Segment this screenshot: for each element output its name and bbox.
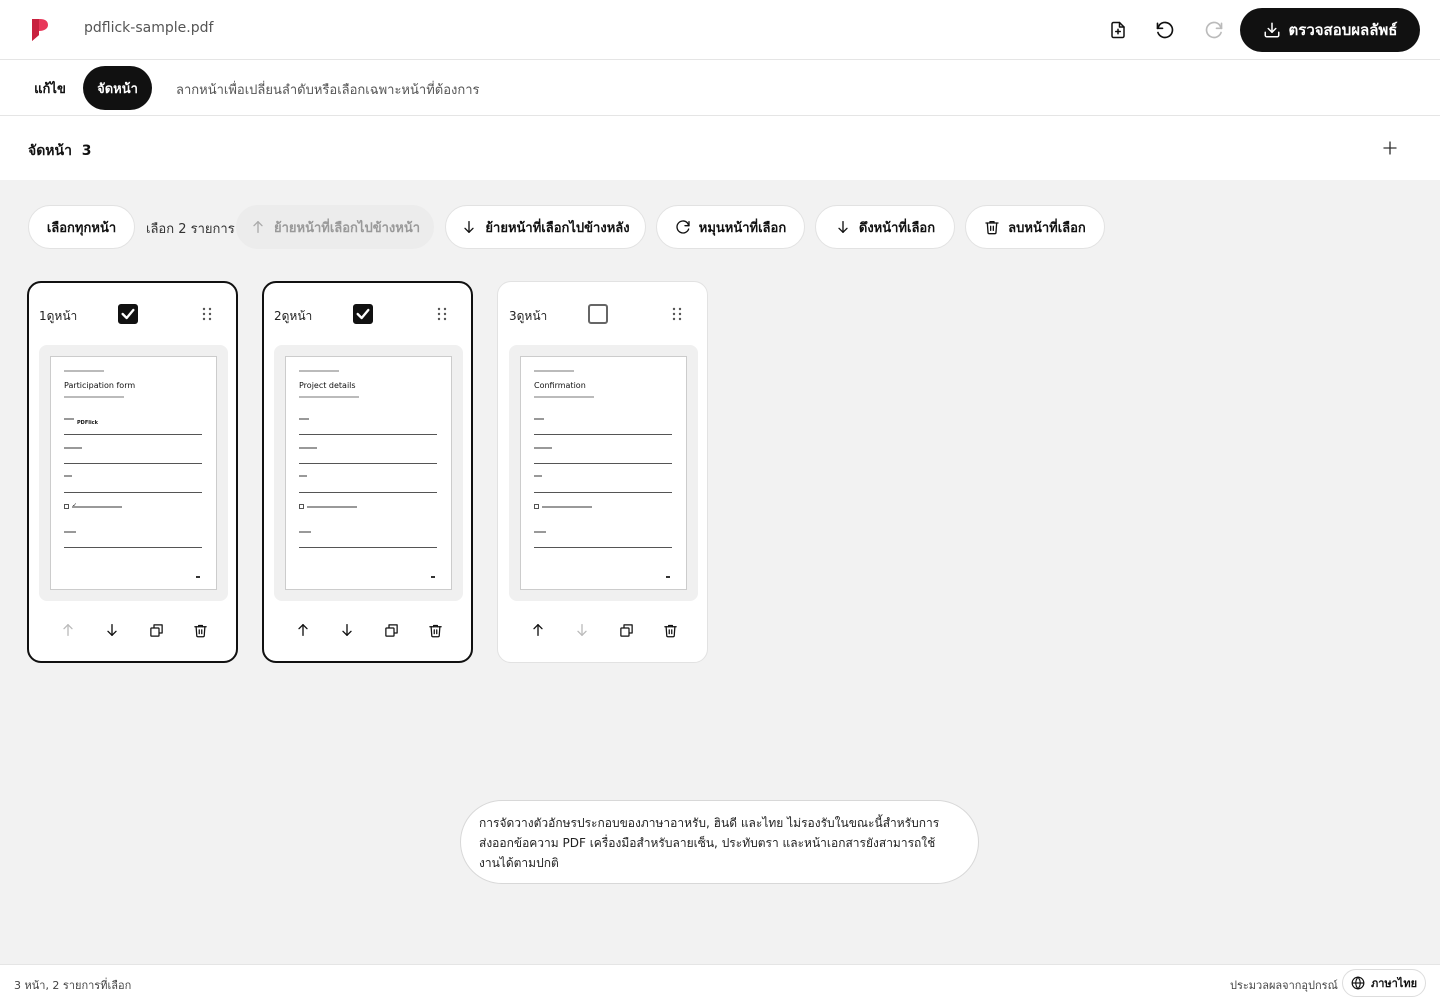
page-label[interactable]: 1ดูหน้า <box>39 307 77 326</box>
arrow-down-icon <box>342 624 352 636</box>
section-header: จัดหน้า 3 <box>0 116 1440 180</box>
page-card[interactable]: 1ดูหน้า Participation form PDFlick ✓ <box>27 281 238 663</box>
page-preview-title: Participation form <box>64 381 136 390</box>
add-file-button[interactable] <box>1103 15 1133 45</box>
page-thumbnail[interactable]: Participation form PDFlick ✓ <box>39 345 228 601</box>
delete-page-button[interactable] <box>423 618 447 642</box>
select-all-button[interactable]: เลือกทุกหน้า <box>28 205 135 249</box>
trash-icon <box>663 624 677 637</box>
arrow-up-icon <box>250 219 266 235</box>
page-label[interactable]: 3ดูหน้า <box>509 307 547 326</box>
arrow-up-icon <box>533 624 543 636</box>
copy-icon <box>149 623 163 637</box>
download-icon <box>1263 21 1281 39</box>
drag-handle-icon[interactable] <box>434 305 450 323</box>
arrow-down-icon <box>107 624 117 636</box>
arrow-down-icon <box>461 219 477 235</box>
trash-icon <box>193 624 207 637</box>
extract-label: ดึงหน้าที่เลือก <box>858 220 936 236</box>
drag-handle-icon[interactable] <box>669 305 685 323</box>
page-card[interactable]: 3ดูหน้า Confirmation <box>497 281 708 663</box>
local-processing-label: ประมวลผลจากอุปกรณ์ <box>1230 979 1338 992</box>
page-label[interactable]: 2ดูหน้า <box>274 307 312 326</box>
page-preview-title: Project details <box>299 381 356 390</box>
arrow-up-icon <box>63 624 73 636</box>
document-filename: pdflick-sample.pdf <box>84 20 214 36</box>
arrow-down-icon <box>577 624 587 636</box>
duplicate-page-button[interactable] <box>379 618 403 642</box>
rotate-label: หมุนหน้าที่เลือก <box>698 220 787 236</box>
page-actions <box>264 618 471 642</box>
page-actions <box>498 618 707 642</box>
script-support-notice: การจัดวางตัวอักษรประกอบของภาษาอาหรับ, ฮิ… <box>460 800 979 884</box>
move-page-up-button[interactable] <box>526 618 550 642</box>
trash-icon <box>428 624 442 637</box>
section-title: จัดหน้า 3 <box>28 143 92 159</box>
page-preview: Participation form PDFlick ✓ <box>50 356 217 590</box>
delete-page-button[interactable] <box>188 618 212 642</box>
add-page-button[interactable] <box>1376 134 1404 162</box>
rotate-button[interactable]: หมุนหน้าที่เลือก <box>656 205 805 249</box>
copy-icon <box>619 623 633 637</box>
file-plus-icon <box>1109 21 1127 39</box>
page-selection-status: 3 หน้า, 2 รายการที่เลือก <box>14 979 132 992</box>
top-bar: pdflick-sample.pdf ตรวจสอบผลลัพธ์ <box>0 0 1440 60</box>
duplicate-page-button[interactable] <box>614 618 638 642</box>
tab-hint-text: ลากหน้าเพื่อเปลี่ยนลำดับหรือเลือกเฉพาะหน… <box>176 83 480 98</box>
move-page-down-button[interactable] <box>100 618 124 642</box>
trash-icon <box>984 219 1000 235</box>
page-thumbnail[interactable]: Project details <box>274 345 463 601</box>
extract-button[interactable]: ดึงหน้าที่เลือก <box>815 205 955 249</box>
tab-edit[interactable]: แก้ไข <box>24 66 76 110</box>
duplicate-page-button[interactable] <box>144 618 168 642</box>
page-preview: Confirmation <box>520 356 687 590</box>
delete-page-button[interactable] <box>658 618 682 642</box>
page-select-checkbox[interactable] <box>588 304 608 324</box>
selected-count: เลือก 2 รายการ <box>146 222 235 237</box>
undo-icon <box>1155 20 1175 40</box>
move-page-down-button[interactable] <box>335 618 359 642</box>
check-icon <box>356 308 370 320</box>
delete-selected-label: ลบหน้าที่เลือก <box>1008 220 1086 236</box>
language-button[interactable]: ภาษาไทย <box>1342 969 1426 997</box>
move-page-up-button[interactable] <box>56 618 80 642</box>
move-backward-button[interactable]: ย้ายหน้าที่เลือกไปข้างหลัง <box>445 205 646 249</box>
undo-button[interactable] <box>1150 15 1180 45</box>
app-logo-icon[interactable] <box>30 18 50 42</box>
page-card[interactable]: 2ดูหน้า Project details <box>262 281 473 663</box>
review-result-label: ตรวจสอบผลลัพธ์ <box>1288 21 1398 39</box>
rotate-icon <box>675 219 691 235</box>
check-icon <box>121 308 135 320</box>
page-preview: Project details <box>285 356 452 590</box>
move-forward-label: ย้ายหน้าที่เลือกไปข้างหน้า <box>273 220 421 236</box>
redo-button[interactable] <box>1199 15 1229 45</box>
arrow-down-icon <box>835 219 851 235</box>
page-select-checkbox[interactable] <box>118 304 138 324</box>
globe-icon <box>1351 976 1365 990</box>
review-result-button[interactable]: ตรวจสอบผลลัพธ์ <box>1240 8 1420 52</box>
page-preview-value: PDFlick <box>77 420 98 426</box>
plus-icon <box>1381 139 1399 157</box>
page-preview-title: Confirmation <box>534 381 586 390</box>
delete-selected-button[interactable]: ลบหน้าที่เลือก <box>965 205 1105 249</box>
move-backward-label: ย้ายหน้าที่เลือกไปข้างหลัง <box>485 220 630 236</box>
page-thumbnail[interactable]: Confirmation <box>509 345 698 601</box>
drag-handle-icon[interactable] <box>199 305 215 323</box>
tab-arrange[interactable]: จัดหน้า <box>83 66 152 110</box>
arrow-up-icon <box>298 624 308 636</box>
copy-icon <box>384 623 398 637</box>
status-bar: 3 หน้า, 2 รายการที่เลือก ประมวลผลจากอุปก… <box>0 964 1440 1000</box>
page-select-checkbox[interactable] <box>353 304 373 324</box>
move-page-up-button[interactable] <box>291 618 315 642</box>
mode-tabs: แก้ไข จัดหน้า ลากหน้าเพื่อเปลี่ยนลำดับหร… <box>0 60 1440 116</box>
language-label: ภาษาไทย <box>1370 977 1418 990</box>
move-page-down-button[interactable] <box>570 618 594 642</box>
page-actions <box>29 618 236 642</box>
move-forward-button[interactable]: ย้ายหน้าที่เลือกไปข้างหน้า <box>236 205 434 249</box>
redo-icon <box>1204 20 1224 40</box>
